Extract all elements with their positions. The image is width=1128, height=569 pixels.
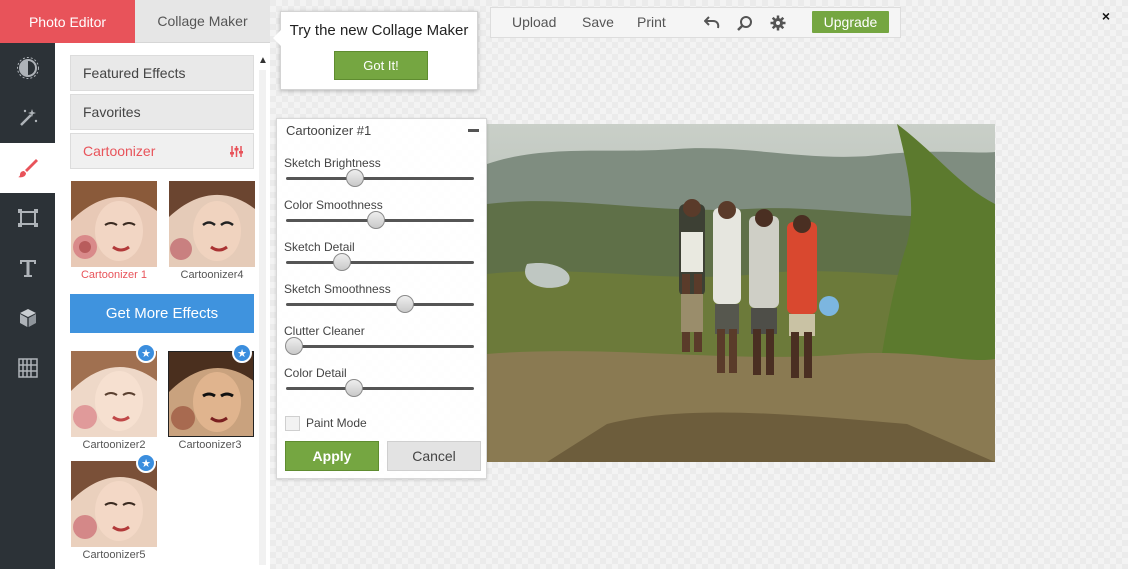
cartoonized-photo	[487, 124, 995, 462]
thumb-cartoonizer-1[interactable]	[71, 181, 157, 267]
slider-handle[interactable]	[395, 295, 414, 313]
undo-icon[interactable]	[703, 14, 721, 32]
slider-color-smoothness[interactable]	[286, 211, 474, 229]
minimize-icon[interactable]	[468, 129, 479, 132]
thumb-label: Cartoonizer2	[82, 439, 146, 451]
magic-tool[interactable]	[0, 93, 55, 143]
category-favorites[interactable]: Favorites	[70, 94, 254, 130]
got-it-button[interactable]: Got It!	[334, 51, 428, 80]
slider-sketch-smoothness[interactable]	[286, 295, 474, 313]
brush-tool[interactable]	[0, 143, 55, 193]
get-more-effects-button[interactable]: Get More Effects	[70, 294, 254, 333]
paint-mode-label: Paint Mode	[306, 416, 367, 430]
brush-icon	[17, 159, 38, 178]
category-label: Favorites	[83, 104, 141, 120]
tooltip-text: Try the new Collage Maker	[289, 22, 469, 39]
texture-icon	[17, 358, 38, 378]
thumb-label: Cartoonizer3	[178, 439, 242, 451]
gear-icon[interactable]	[769, 14, 787, 32]
cube-tool[interactable]	[0, 293, 55, 343]
adjust-sliders-icon[interactable]	[230, 145, 243, 158]
slider-label: Sketch Brightness	[284, 156, 381, 170]
magic-wand-icon	[19, 109, 37, 126]
scroll-up-arrow[interactable]: ▲	[257, 55, 269, 69]
tab-collage-maker[interactable]: Collage Maker	[135, 0, 270, 43]
thumb-cartoonizer-5[interactable]	[71, 461, 157, 547]
slider-handle[interactable]	[285, 337, 303, 355]
thumb-cartoonizer-2[interactable]	[71, 351, 157, 437]
frame-tool[interactable]	[0, 193, 55, 243]
thumb-cartoonizer-4[interactable]	[169, 181, 255, 267]
text-icon	[19, 260, 36, 277]
portrait-thumbnail	[71, 461, 157, 547]
slider-clutter-cleaner[interactable]	[285, 337, 474, 355]
print-button[interactable]: Print	[637, 8, 666, 37]
slider-handle[interactable]	[346, 169, 365, 187]
cancel-button[interactable]: Cancel	[387, 441, 481, 471]
slider-label: Clutter Cleaner	[284, 324, 365, 338]
category-label: Featured Effects	[83, 65, 186, 81]
category-featured-effects[interactable]: Featured Effects	[70, 55, 254, 91]
apply-button[interactable]: Apply	[285, 441, 379, 471]
thumb-label: Cartoonizer4	[180, 269, 244, 281]
zoom-icon[interactable]	[736, 14, 754, 32]
slider-handle[interactable]	[344, 379, 363, 397]
premium-star-icon: ★	[136, 343, 156, 363]
texture-tool[interactable]	[0, 343, 55, 393]
collage-promo-tooltip: Try the new Collage Maker Got It!	[273, 11, 478, 90]
exposure-icon	[16, 57, 39, 79]
top-toolbar: Upload Save Print Upgrade	[490, 7, 901, 38]
portrait-thumbnail	[71, 351, 157, 437]
upload-button[interactable]: Upload	[512, 8, 556, 37]
slider-color-detail[interactable]	[286, 379, 474, 397]
slider-handle[interactable]	[366, 211, 385, 229]
category-label: Cartoonizer	[83, 143, 156, 159]
slider-label: Color Detail	[284, 366, 347, 380]
category-cartoonizer[interactable]: Cartoonizer	[70, 133, 254, 169]
portrait-thumbnail	[169, 352, 253, 436]
close-icon[interactable]: ×	[1099, 9, 1113, 23]
exposure-tool[interactable]	[0, 43, 55, 93]
settings-title: Cartoonizer #1	[286, 123, 372, 138]
slider-label: Color Smoothness	[284, 198, 383, 212]
cube-icon	[19, 309, 36, 327]
slider-sketch-brightness[interactable]	[286, 169, 474, 187]
premium-star-icon: ★	[232, 343, 252, 363]
premium-star-icon: ★	[136, 453, 156, 473]
cartoonizer-settings-panel: Cartoonizer #1 Sketch Brightness Color S…	[276, 118, 487, 479]
slider-label: Sketch Smoothness	[284, 282, 391, 296]
portrait-thumbnail	[169, 181, 255, 267]
thumb-label: Cartoonizer 1	[80, 269, 148, 281]
portrait-thumbnail	[71, 181, 157, 267]
text-tool[interactable]	[0, 243, 55, 293]
save-button[interactable]: Save	[582, 8, 614, 37]
paint-mode-checkbox[interactable]	[285, 416, 300, 431]
thumb-cartoonizer-3[interactable]	[168, 351, 254, 437]
upgrade-button[interactable]: Upgrade	[812, 11, 889, 33]
tab-photo-editor[interactable]: Photo Editor	[0, 0, 135, 51]
photo-canvas[interactable]	[487, 124, 995, 462]
thumb-label: Cartoonizer5	[82, 549, 146, 561]
tool-sidebar	[0, 43, 55, 569]
frame-icon	[17, 209, 38, 227]
effects-scrollbar[interactable]	[259, 70, 266, 565]
slider-label: Sketch Detail	[284, 240, 355, 254]
slider-handle[interactable]	[332, 253, 351, 271]
slider-sketch-detail[interactable]	[286, 253, 474, 271]
